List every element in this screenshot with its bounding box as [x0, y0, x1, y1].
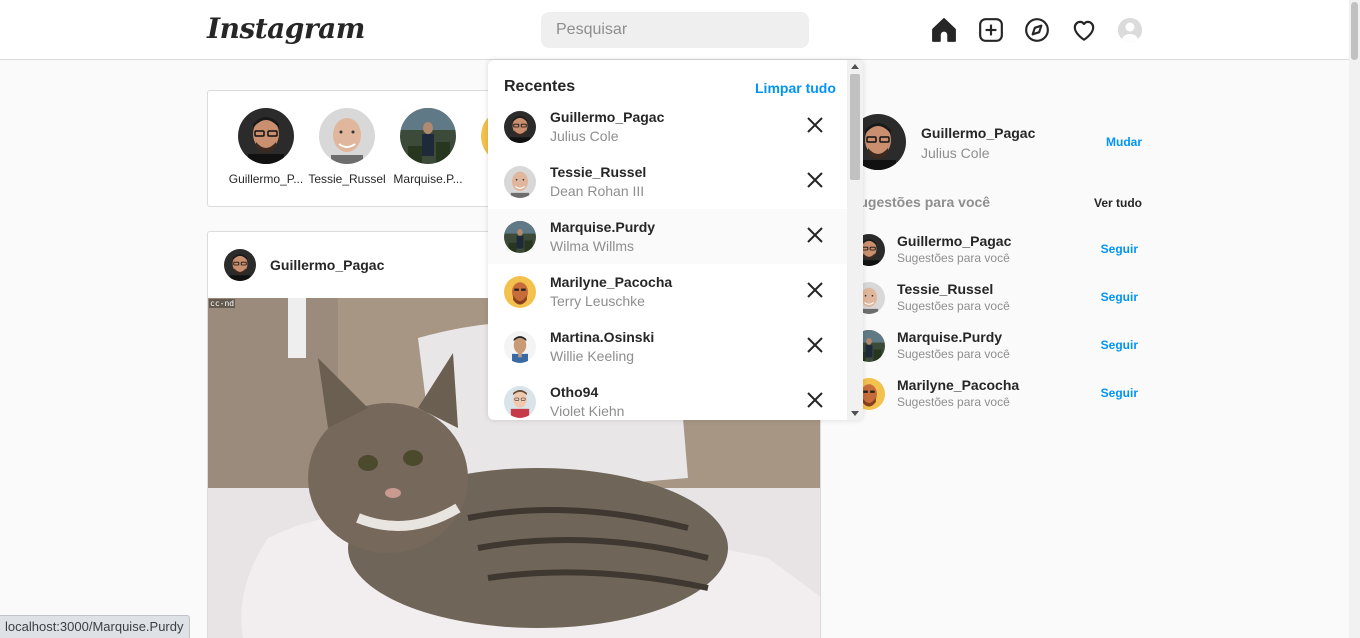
avatar: [504, 331, 536, 363]
recent-search-item[interactable]: Otho94 Violet Kiehn: [488, 374, 847, 420]
follow-button[interactable]: Seguir: [1101, 290, 1138, 304]
story-avatar: [319, 108, 375, 164]
avatar: [504, 386, 536, 418]
explore-icon[interactable]: [1024, 17, 1050, 43]
story-username: Guillermo_P...: [228, 172, 304, 186]
profile-avatar[interactable]: [1118, 18, 1142, 42]
scroll-down-arrow-icon[interactable]: [851, 411, 859, 416]
recent-search-fullname: Dean Rohan III: [550, 183, 645, 199]
recent-search-username: Martina.Osinski: [550, 329, 655, 345]
dropdown-scrollbar-thumb[interactable]: [850, 74, 860, 180]
search-input[interactable]: [541, 12, 809, 48]
story-username: Tessie_Russel: [308, 172, 386, 186]
recent-searches-dropdown: Recentes Limpar tudo Guillermo_Pagac Jul…: [488, 60, 863, 420]
recent-search-fullname: Willie Keeling: [550, 348, 635, 364]
suggestion-subtitle: Sugestões para você: [897, 251, 1010, 265]
recent-search-item[interactable]: Tessie_Russel Dean Rohan III: [488, 154, 847, 209]
recent-search-fullname: Violet Kiehn: [550, 403, 625, 419]
post-author-username[interactable]: Guillermo_Pagac: [270, 257, 384, 273]
recent-search-username: Tessie_Russel: [550, 164, 647, 180]
suggestion-subtitle: Sugestões para você: [897, 395, 1010, 409]
recent-search-fullname: Wilma Willms: [550, 238, 634, 254]
story-item[interactable]: Marquise.P...: [388, 107, 468, 186]
default-avatar-icon: [1118, 18, 1142, 42]
close-icon[interactable]: [806, 171, 824, 189]
follow-button[interactable]: Seguir: [1101, 338, 1138, 352]
avatar: [504, 166, 536, 198]
home-icon[interactable]: [931, 17, 957, 43]
switch-account-button[interactable]: Mudar: [1106, 135, 1142, 149]
page-scrollbar[interactable]: [1349, 0, 1360, 638]
current-user-username[interactable]: Guillermo_Pagac: [921, 125, 1035, 141]
instagram-logo[interactable]: Instagram: [207, 12, 365, 45]
recent-search-username: Otho94: [550, 384, 599, 400]
follow-button[interactable]: Seguir: [1101, 386, 1138, 400]
story-avatar: [400, 108, 456, 164]
scroll-up-arrow-icon[interactable]: [851, 64, 859, 69]
suggestion-username[interactable]: Marquise.Purdy: [897, 329, 1002, 345]
story-avatar: [238, 108, 294, 164]
current-user-card: Guillermo_Pagac Julius Cole Mudar: [850, 114, 1142, 170]
avatar: [504, 386, 536, 418]
suggestion-subtitle: Sugestões para você: [897, 347, 1010, 361]
post-author-avatar[interactable]: [224, 249, 256, 281]
avatar: [504, 276, 536, 308]
recent-search-username: Guillermo_Pagac: [550, 109, 665, 125]
avatar: [504, 276, 536, 308]
clear-all-button[interactable]: Limpar tudo: [755, 80, 836, 96]
close-icon[interactable]: [806, 116, 824, 134]
suggestion-item: Tessie_Russel Sugestões para você Seguir: [850, 278, 1142, 318]
recent-search-username: Marilyne_Pacocha: [550, 274, 673, 290]
close-icon[interactable]: [806, 226, 824, 244]
recent-searches-title: Recentes: [504, 78, 576, 95]
suggestion-item: Guillermo_Pagac Sugestões para você Segu…: [850, 230, 1142, 270]
close-icon[interactable]: [806, 281, 824, 299]
see-all-button[interactable]: Ver tudo: [1094, 196, 1142, 210]
avatar: [504, 166, 536, 198]
story-item[interactable]: Tessie_Russel: [307, 107, 387, 186]
activity-heart-icon[interactable]: [1071, 17, 1097, 43]
recent-search-username: Marquise.Purdy: [550, 219, 656, 235]
story-username: Marquise.P...: [393, 172, 463, 186]
avatar: [504, 221, 536, 253]
avatar: [504, 221, 536, 253]
suggestion-item: Marilyne_Pacocha Sugestões para você Seg…: [850, 374, 1142, 414]
recent-search-item[interactable]: Marquise.Purdy Wilma Willms: [488, 209, 847, 264]
top-navbar: Instagram: [0, 0, 1349, 60]
image-watermark: cc-nd: [209, 299, 236, 308]
avatar: [504, 111, 536, 143]
browser-status-url: localhost:3000/Marquise.Purdy: [0, 615, 190, 638]
current-user-fullname: Julius Cole: [921, 145, 990, 161]
avatar: [504, 111, 536, 143]
recent-search-item[interactable]: Guillermo_Pagac Julius Cole: [488, 99, 847, 154]
recent-search-item[interactable]: Marilyne_Pacocha Terry Leuschke: [488, 264, 847, 319]
recent-search-fullname: Terry Leuschke: [550, 293, 645, 309]
avatar: [224, 249, 256, 281]
follow-button[interactable]: Seguir: [1101, 242, 1138, 256]
page-scrollbar-thumb[interactable]: [1351, 2, 1358, 60]
suggestion-item: Marquise.Purdy Sugestões para você Segui…: [850, 326, 1142, 366]
close-icon[interactable]: [806, 336, 824, 354]
recent-search-item[interactable]: Martina.Osinski Willie Keeling: [488, 319, 847, 374]
suggestion-subtitle: Sugestões para você: [897, 299, 1010, 313]
dropdown-scrollbar[interactable]: [847, 60, 863, 420]
suggestion-username[interactable]: Tessie_Russel: [897, 281, 993, 297]
avatar: [504, 331, 536, 363]
suggestion-username[interactable]: Guillermo_Pagac: [897, 233, 1011, 249]
close-icon[interactable]: [806, 391, 824, 409]
suggestions-header: Sugestões para você Ver tudo: [850, 194, 1142, 212]
suggestion-username[interactable]: Marilyne_Pacocha: [897, 377, 1019, 393]
recent-search-fullname: Julius Cole: [550, 128, 619, 144]
suggestions-title: Sugestões para você: [850, 194, 991, 210]
new-post-icon[interactable]: [978, 17, 1004, 43]
story-item[interactable]: Guillermo_P...: [226, 107, 306, 186]
